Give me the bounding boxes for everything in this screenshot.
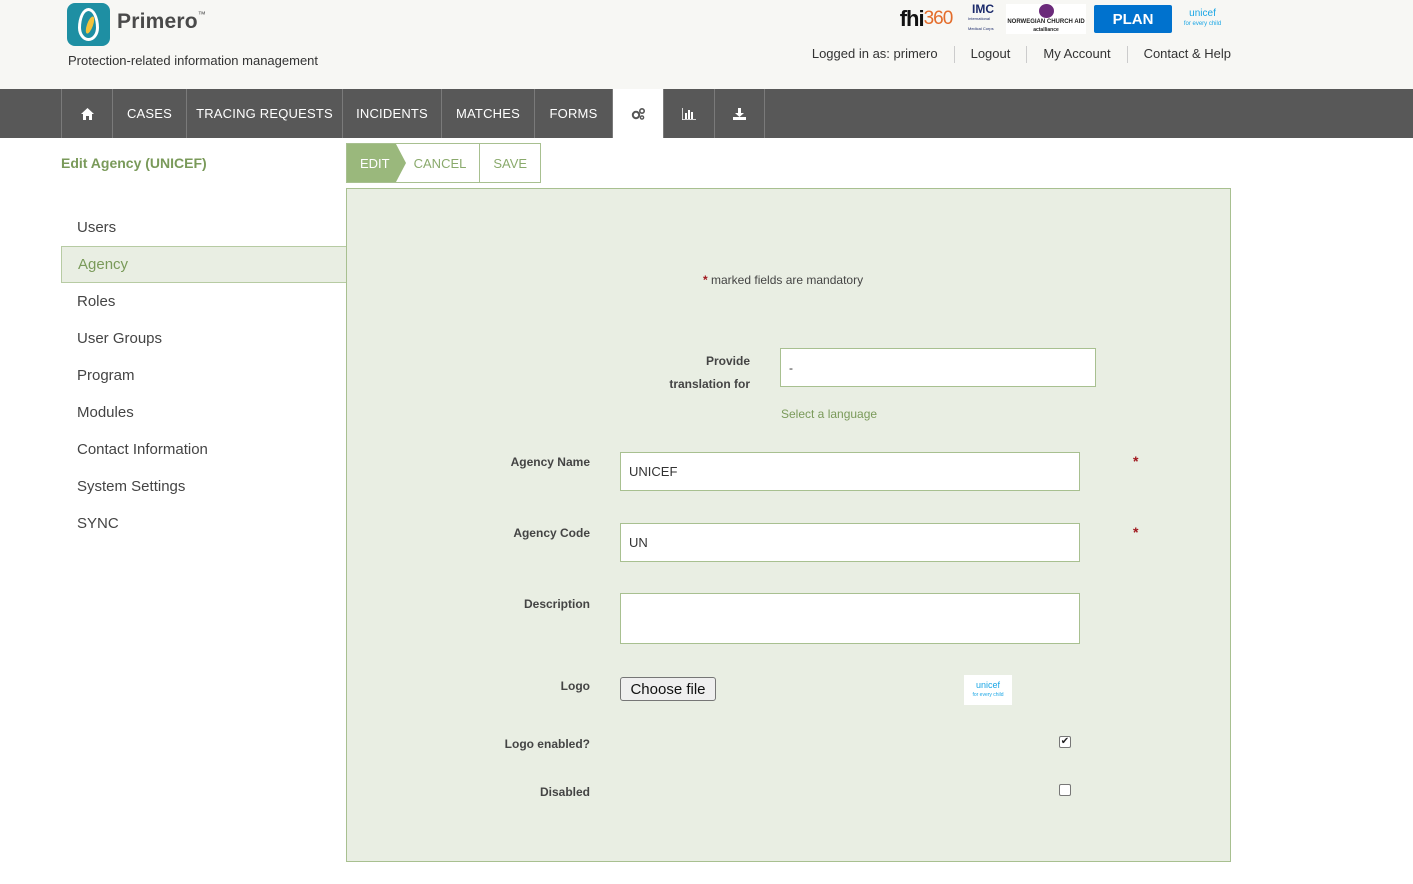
choose-file-button[interactable]: Choose file [620, 677, 716, 701]
edit-button[interactable]: EDIT [347, 144, 406, 182]
contact-help-link[interactable]: Contact & Help [1126, 46, 1231, 63]
sidebar-item-users[interactable]: Users [61, 209, 346, 246]
translation-language-select[interactable]: - [780, 348, 1096, 387]
cancel-button[interactable]: CANCEL [396, 144, 481, 182]
sidebar-item-roles[interactable]: Roles [61, 283, 346, 320]
select-language-hint: Select a language [781, 407, 878, 421]
logout-link[interactable]: Logout [953, 46, 1027, 63]
primero-logo-icon[interactable] [67, 3, 110, 46]
sidebar-item-system-settings[interactable]: System Settings [61, 468, 346, 505]
save-button[interactable]: SAVE [480, 144, 540, 182]
logo-enabled-checkbox[interactable]: ✔ [1059, 736, 1071, 748]
download-icon [733, 107, 746, 120]
gears-icon [631, 107, 645, 120]
sidebar-item-agency[interactable]: Agency [61, 246, 346, 283]
logged-in-as: Logged in as: primero [811, 46, 938, 61]
partner-logos: fhi 360 IMC International Medical Corps NO… [892, 3, 1225, 35]
agency-code-input[interactable]: UN [620, 523, 1080, 562]
agency-code-required-star: * [1133, 524, 1139, 540]
agency-name-input[interactable]: UNICEF [620, 452, 1080, 491]
nav-settings[interactable] [612, 89, 663, 138]
description-textarea[interactable] [620, 593, 1080, 644]
nav-home[interactable] [61, 89, 112, 138]
tagline: Protection-related information managemen… [68, 53, 319, 68]
plan-logo: PLAN [1094, 5, 1172, 33]
user-links: Logged in as: primero Logout My Account … [812, 46, 1231, 63]
fhi360-logo: fhi 360 [899, 6, 954, 31]
logo-preview: unicef for every child [964, 675, 1012, 705]
nav-tracing-requests[interactable]: TRACING REQUESTS [186, 89, 342, 138]
imc-logo: IMC International Medical Corps [968, 2, 994, 31]
nav-incidents[interactable]: INCIDENTS [342, 89, 441, 138]
sidebar-item-sync[interactable]: SYNC [61, 505, 346, 542]
page-title: Edit Agency (UNICEF) [61, 155, 207, 171]
description-label: Description [523, 597, 590, 611]
home-icon [80, 107, 94, 120]
nav-reports[interactable] [663, 89, 714, 138]
form-toolbar: EDIT CANCEL SAVE [346, 143, 542, 183]
agency-name-required-star: * [1133, 453, 1139, 469]
nav-export[interactable] [714, 89, 765, 138]
logo-label: Logo [560, 679, 590, 693]
admin-sidebar: Users Agency Roles User Groups Program M… [61, 209, 346, 542]
nca-logo: NORWEGIAN CHURCH AID actalliance [1006, 4, 1086, 34]
agency-code-label: Agency Code [513, 526, 590, 540]
sidebar-item-contact-information[interactable]: Contact Information [61, 431, 346, 468]
nav-matches[interactable]: MATCHES [441, 89, 534, 138]
header: Primero™ Protection-related information … [0, 0, 1413, 89]
agency-form-panel: * marked fields are mandatory Provide tra… [346, 188, 1231, 862]
disabled-checkbox[interactable] [1059, 784, 1071, 796]
unicef-logo: unicef for every child [1183, 8, 1222, 27]
agency-name-label: Agency Name [510, 455, 590, 469]
bar-chart-icon [682, 107, 696, 120]
sidebar-item-program[interactable]: Program [61, 357, 346, 394]
mandatory-note: * marked fields are mandatory [703, 273, 864, 287]
sidebar-item-user-groups[interactable]: User Groups [61, 320, 346, 357]
nav-cases[interactable]: CASES [112, 89, 186, 138]
logo-enabled-label: Logo enabled? [504, 737, 590, 751]
brand-name: Primero™ [117, 10, 206, 33]
main-nav: CASES TRACING REQUESTS INCIDENTS MATCHES… [0, 89, 1413, 138]
my-account-link[interactable]: My Account [1026, 46, 1126, 63]
translation-label: Provide translation for [669, 354, 750, 391]
nav-forms[interactable]: FORMS [534, 89, 612, 138]
sidebar-item-modules[interactable]: Modules [61, 394, 346, 431]
disabled-label: Disabled [539, 785, 590, 799]
